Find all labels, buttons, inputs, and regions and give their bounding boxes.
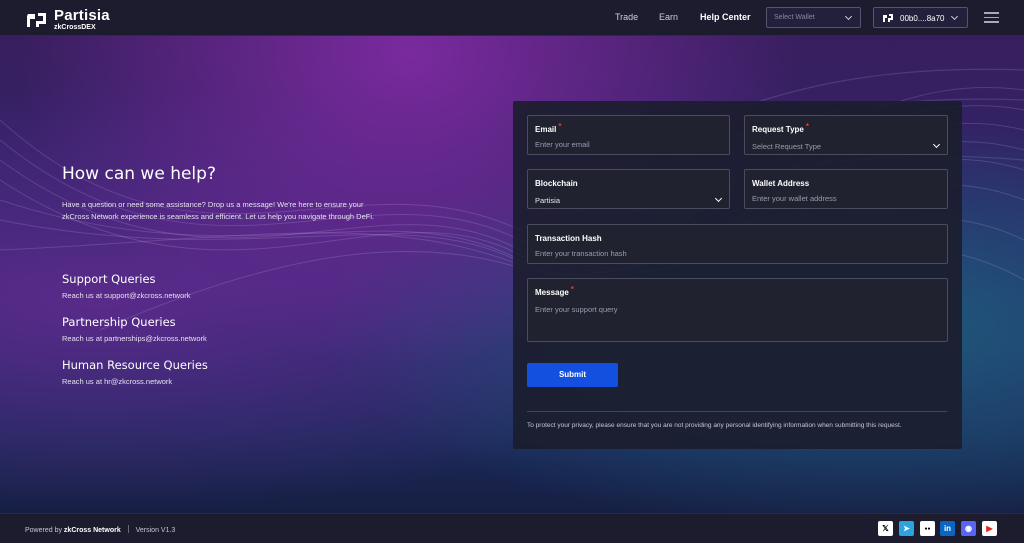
chevron-down-icon [950,12,959,21]
wallet-address-field[interactable]: Wallet Address Enter your wallet address [744,169,948,209]
youtube-icon[interactable]: ▶ [982,521,997,536]
support-queries-title: Support Queries [62,272,156,286]
wallet-chain-icon [883,14,893,22]
partisia-logo-icon [27,12,46,27]
brand-subtitle: zkCrossDEX [54,24,96,31]
request-type-select[interactable]: Request Type * Select Request Type [744,115,948,155]
top-navbar: Partisia zkCrossDEX Trade Earn Help Cent… [0,0,1024,36]
partnership-queries-contact: Reach us at partnerships@zkcross.network [62,334,207,343]
message-label: Message * [535,285,574,297]
powered-by-brand[interactable]: zkCross Network [64,527,121,534]
chevron-down-icon [714,194,723,203]
brand-name: Partisia [54,7,110,24]
chevron-down-icon [844,12,853,21]
nav-trade[interactable]: Trade [615,12,638,22]
footer: Powered by zkCross Network Version V1.3 … [0,513,1024,543]
message-field[interactable]: Message * Enter your support query [527,278,948,342]
wallet-address-label: Wallet Address [752,179,810,188]
brand-logo[interactable]: Partisia zkCrossDEX [26,8,110,31]
required-mark: * [558,122,562,131]
privacy-note: To protect your privacy, please ensure t… [527,422,902,429]
x-icon[interactable]: 𝕏 [878,521,893,536]
required-mark: * [570,285,574,294]
select-wallet-placeholder: Select Wallet [774,14,815,21]
telegram-icon[interactable]: ➤ [899,521,914,536]
discord-icon[interactable]: ◉ [961,521,976,536]
support-form: Email * Enter your email Request Type * Se… [513,101,962,449]
wallet-address-placeholder: Enter your wallet address [752,194,837,203]
transaction-hash-label: Transaction Hash [535,234,602,243]
help-title: How can we help? [62,164,216,184]
select-wallet-dropdown[interactable]: Select Wallet [766,7,861,28]
nav-earn[interactable]: Earn [659,12,678,22]
request-type-placeholder: Select Request Type [752,142,822,151]
email-label: Email * [535,122,562,134]
support-queries-contact: Reach us at support@zkcross.network [62,291,191,300]
email-placeholder: Enter your email [535,140,590,149]
wallet-address: 00b0....8a70 [900,14,945,23]
connected-wallet-button[interactable]: 00b0....8a70 [873,7,968,28]
email-field[interactable]: Email * Enter your email [527,115,730,155]
hr-queries-contact: Reach us at hr@zkcross.network [62,377,173,386]
transaction-hash-field[interactable]: Transaction Hash Enter your transaction … [527,224,948,264]
transaction-hash-placeholder: Enter your transaction hash [535,249,627,258]
form-divider [527,411,947,412]
hamburger-icon[interactable] [984,12,999,23]
powered-by-prefix: Powered by [25,527,62,534]
linkedin-icon[interactable]: in [940,521,955,536]
blockchain-select[interactable]: Blockchain Partisia [527,169,730,209]
hr-queries-title: Human Resource Queries [62,358,208,372]
submit-button[interactable]: Submit [527,363,618,387]
message-placeholder: Enter your support query [535,305,618,314]
chevron-down-icon [932,140,941,149]
footer-separator [127,525,129,533]
required-mark: * [805,122,809,131]
request-type-label: Request Type * [752,122,809,134]
blockchain-value: Partisia [535,196,561,205]
version-label: Version V1.3 [135,527,176,534]
powered-by: Powered by zkCross Network Version V1.3 [25,525,175,534]
partnership-queries-title: Partnership Queries [62,315,176,329]
medium-icon[interactable]: ●● [920,521,935,536]
help-description: Have a question or need some assistance?… [62,200,375,221]
nav-help-center[interactable]: Help Center [700,12,751,22]
blockchain-label: Blockchain [535,179,578,188]
